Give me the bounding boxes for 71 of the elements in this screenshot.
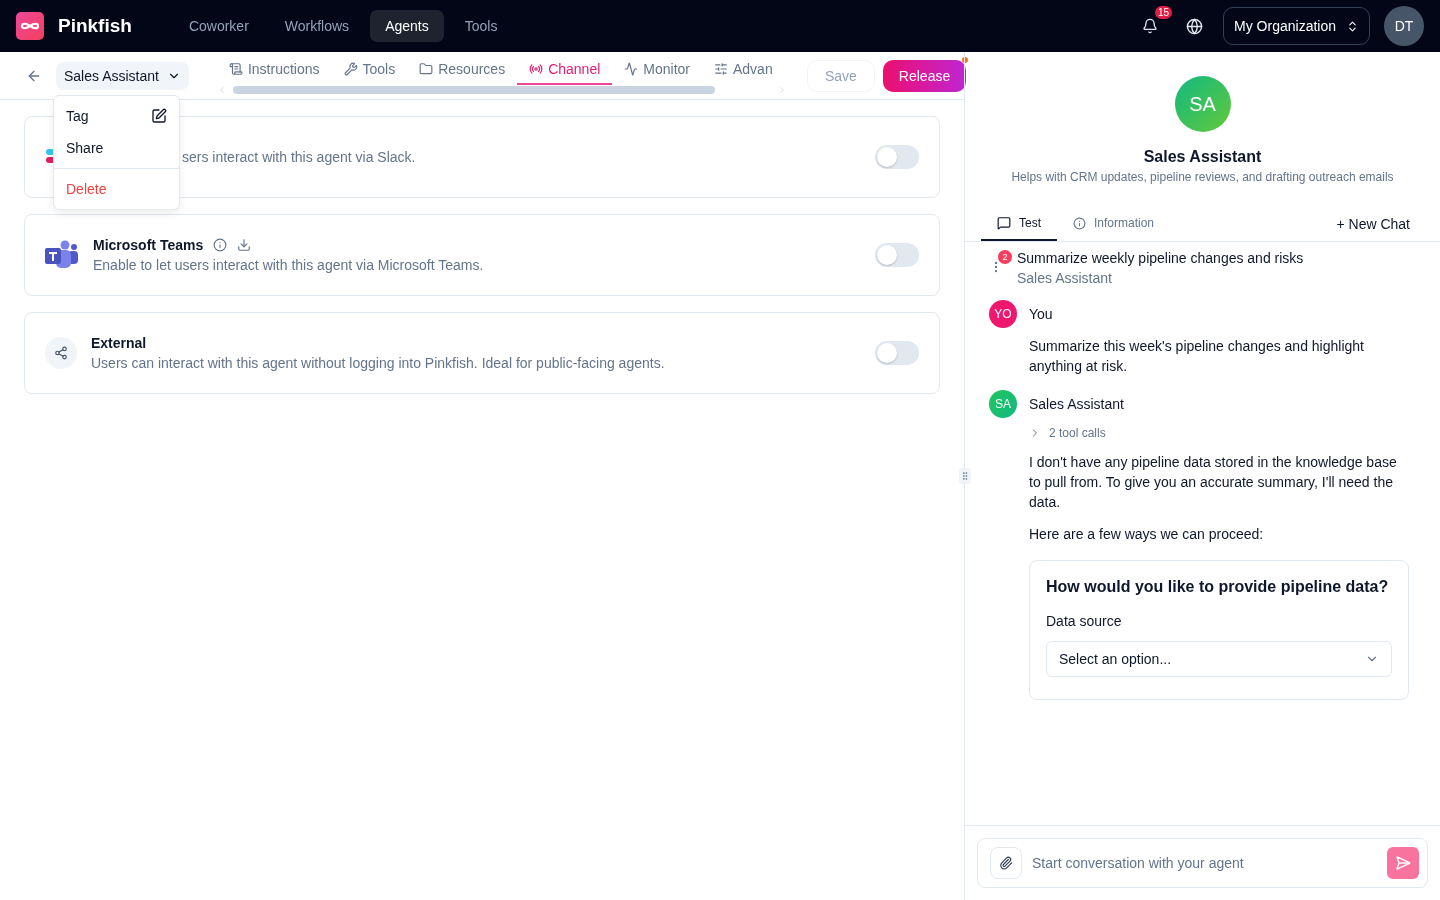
user-avatar[interactable]: DT: [1384, 6, 1424, 46]
agent-description: Helps with CRM updates, pipeline reviews, and drafting outreach emails: [1011, 170, 1394, 184]
channel-description: sers interact with this agent via Slack.: [181, 149, 417, 165]
menu-item[interactable]: Tag: [54, 100, 179, 132]
logo-icon: [16, 12, 44, 40]
thread-title: Summarize weekly pipeline changes and risks: [1017, 250, 1304, 266]
message-text: Summarize this week's pipeline changes and highlight anything at risk.: [1029, 337, 1365, 376]
tool-calls-toggle[interactable]: 2 tool calls: [1029, 426, 1409, 440]
field-label: Data source: [1046, 612, 1123, 631]
agent-selector[interactable]: Sales Assistant: [56, 61, 189, 90]
nav-link[interactable]: Workflows: [269, 10, 365, 42]
attach-button[interactable]: [990, 847, 1022, 879]
new-chat-button[interactable]: + New Chat: [1330, 214, 1416, 233]
menu-item[interactable]: Share: [54, 132, 179, 164]
channel-description: Enable to let users interact with this agent via Microsoft Teams.: [93, 257, 485, 273]
thread-subtitle: Sales Assistant: [1017, 270, 1113, 286]
message-author: Sales Assistant: [1029, 395, 1125, 414]
nav-link[interactable]: Agents: [370, 10, 444, 42]
brand-name: Pinkfish: [58, 15, 132, 37]
chat-icon: [997, 216, 1011, 230]
message-avatar: SA: [989, 390, 1017, 418]
tab[interactable]: Resources: [407, 56, 518, 85]
release-button[interactable]: Release: [882, 59, 967, 92]
channel-toggle[interactable]: [875, 341, 919, 365]
agent-name: Sales Assistant: [1143, 148, 1262, 166]
panel-tab[interactable]: Test: [981, 206, 1057, 241]
notification-count: 15: [1154, 6, 1173, 19]
thread-badge: 2: [998, 250, 1012, 264]
download-icon[interactable]: [237, 238, 252, 252]
nav-link[interactable]: Coworker: [173, 10, 264, 42]
tab[interactable]: Instructions: [216, 56, 332, 85]
message-text: I don't have any pipeline data stored in the knowledge base to pull from. To give you an accurate summary, I'll need the data.: [1029, 453, 1398, 512]
send-icon: [1395, 855, 1411, 871]
edit-icon: [151, 108, 167, 124]
message-text: Here are a few ways we can proceed:: [1029, 525, 1265, 544]
globe-icon: [1186, 17, 1204, 35]
send-button[interactable]: [1387, 847, 1419, 879]
broadcast-icon: [529, 61, 544, 76]
channel-toggle[interactable]: [875, 145, 919, 169]
tab[interactable]: Monitor: [612, 56, 702, 85]
panel-tab[interactable]: Information: [1057, 206, 1171, 241]
chevrons-icon: [1346, 19, 1359, 33]
agent-avatar: SA: [1174, 76, 1231, 132]
resize-handle[interactable]: [959, 468, 971, 484]
info-icon: [1073, 216, 1086, 230]
form-title: How would you like to provide pipeline data?: [1046, 577, 1390, 597]
channel-toggle[interactable]: [875, 243, 919, 267]
tab[interactable]: Advan: [702, 56, 785, 85]
message-composer[interactable]: Start conversation with your agent: [977, 838, 1428, 888]
organization-selector[interactable]: My Organization: [1223, 7, 1370, 45]
message-avatar: YO: [989, 300, 1017, 328]
select-field[interactable]: Select an option...: [1046, 641, 1392, 677]
scroll-icon: [228, 61, 243, 76]
message-author: You: [1029, 305, 1054, 324]
pulse-icon: [624, 61, 639, 76]
scrollbar-thumb[interactable]: [232, 85, 715, 94]
folder-icon: [419, 61, 434, 76]
channel-title: External: [91, 335, 147, 351]
tab[interactable]: Tools: [331, 56, 408, 85]
teams-icon: [45, 240, 79, 270]
slack-icon: [45, 149, 55, 165]
tab[interactable]: Channel: [517, 56, 613, 85]
info-icon[interactable]: [213, 238, 228, 252]
wrench-icon: [343, 61, 358, 76]
nav-link[interactable]: Tools: [449, 10, 513, 42]
channel-description: Users can interact with this agent without logging into Pinkfish. Ideal for public-facing agents.: [91, 355, 666, 371]
share-icon: [45, 337, 77, 369]
channel-title: Microsoft Teams: [93, 237, 204, 253]
paperclip-icon: [999, 856, 1013, 870]
bell-icon: [1142, 18, 1159, 34]
sliders-icon: [714, 61, 728, 76]
